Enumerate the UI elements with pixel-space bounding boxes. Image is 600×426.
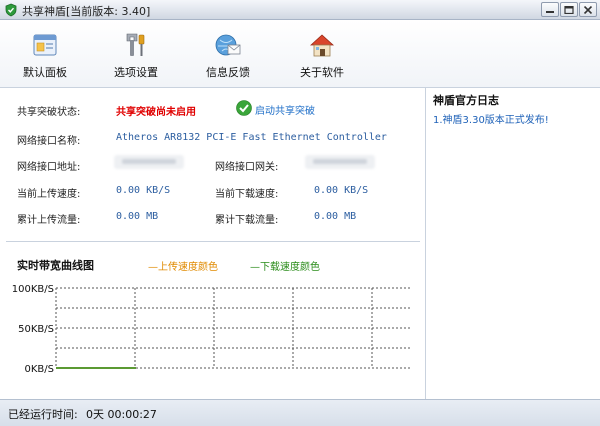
news-item[interactable]: 1.神盾3.30版本正式发布! [433,111,549,126]
uptime-label: 已经运行时间: [8,408,78,421]
download-total-label: 累计下载流量: [215,215,279,226]
upload-total-label: 累计上传流量: [17,215,81,226]
interface-name-value: Atheros AR8132 PCI-E Fast Ethernet Contr… [116,132,387,143]
chart-tick-label: 50KB/S [18,324,54,335]
interface-gateway-label: 网络接口网关: [215,162,279,173]
uptime-value: 0天 00:00:27 [86,408,157,421]
panel-icon [33,34,57,56]
chart-title: 实时带宽曲线图 [17,259,94,272]
interface-gateway-value [305,155,375,169]
maximize-icon [564,6,574,14]
toolbar: 默认面板 选项设置 信息反馈 关于软件 [0,21,600,88]
check-icon [236,100,252,116]
shield-icon [5,3,17,17]
bandwidth-chart: 100KB/S 50KB/S 0KB/S [12,284,412,375]
start-share-link[interactable]: 启动共享突破 [255,102,315,117]
toolbar-feedback[interactable]: 信息反馈 [188,25,268,85]
news-panel: 神盾官方日志 1.神盾3.30版本正式发布! [427,88,600,399]
title-bar[interactable]: 共享神盾[当前版本: 3.40] [0,0,600,20]
close-button[interactable] [579,2,597,17]
divider [6,241,420,242]
news-title: 神盾官方日志 [433,94,499,107]
status-bar: 已经运行时间: 0天 00:00:27 [0,399,600,426]
legend-download: —下载速度颜色 [250,262,320,273]
house-icon [309,34,335,57]
toolbar-options[interactable]: 选项设置 [96,25,176,85]
window-title: 共享神盾[当前版本: 3.40] [22,5,151,18]
feedback-icon [215,34,241,56]
interface-address-value [114,155,184,169]
interface-name-label: 网络接口名称: [17,136,81,147]
chart-tick-label: 0KB/S [25,364,55,375]
share-status-value: 共享突破尚未启用 [116,107,196,118]
upload-speed-label: 当前上传速度: [17,189,81,200]
legend-upload: —上传速度颜色 [148,262,218,273]
main-panel: 共享突破状态: 共享突破尚未启用 启动共享突破 网络接口名称: Atheros … [0,88,426,399]
toolbar-default-panel[interactable]: 默认面板 [5,25,85,85]
interface-address-label: 网络接口地址: [17,162,81,173]
tools-icon [126,33,145,56]
upload-speed-value: 0.00 KB/S [116,185,171,196]
minimize-icon [546,11,554,13]
minimize-button[interactable] [541,2,559,17]
download-total-value: 0.00 MB [314,211,357,222]
toolbar-label: 默认面板 [23,66,67,79]
toolbar-label: 选项设置 [114,66,158,79]
download-speed-value: 0.00 KB/S [314,185,369,196]
share-status-label: 共享突破状态: [17,107,81,118]
toolbar-label: 关于软件 [300,66,344,79]
toolbar-label: 信息反馈 [206,66,250,79]
download-speed-label: 当前下载速度: [215,189,279,200]
maximize-button[interactable] [560,2,578,17]
close-icon [583,6,593,14]
toolbar-about[interactable]: 关于软件 [282,25,362,85]
chart-tick-label: 100KB/S [12,284,54,295]
upload-total-value: 0.00 MB [116,211,159,222]
